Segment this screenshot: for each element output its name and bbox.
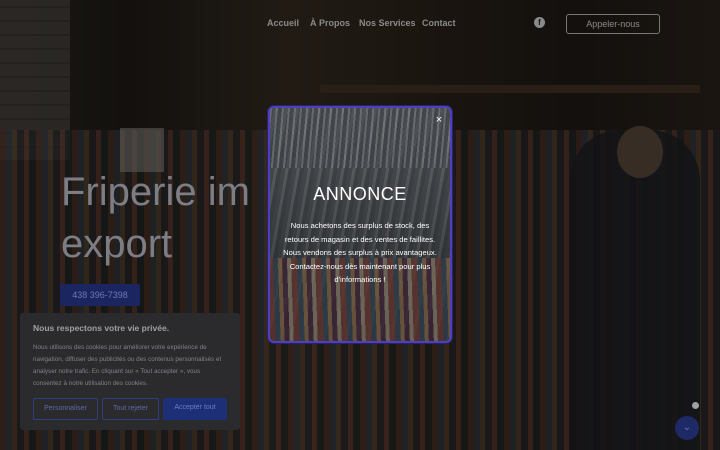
accept-all-button[interactable]: Accepter tout [163,398,227,420]
reject-all-button[interactable]: Tout rejeter [102,398,159,420]
cookie-banner: Nous respectons votre vie privée. Nous u… [20,313,240,430]
facebook-icon[interactable]: f [534,17,545,28]
call-us-button[interactable]: Appeler-nous [566,14,660,34]
announcement-modal: × ANNONCE Nous achetons des surplus de s… [268,106,452,343]
nav-link-contact[interactable]: Contact [422,18,456,28]
nav-link-a-propos[interactable]: À Propos [310,18,350,28]
hero-title-line2: export [61,222,173,266]
cookie-text: Nous utilisons des cookies pour améliore… [33,344,222,387]
chevron-down-icon[interactable]: ⌄ [675,416,699,440]
nav-link-accueil[interactable]: Accueil [267,18,299,28]
top-nav: Accueil À Propos Nos Services Contact f … [0,14,720,36]
modal-text: Nous achetons des surplus de stock, des … [283,221,437,285]
close-icon[interactable]: × [432,113,446,127]
phone-button[interactable]: 438 396-7398 [60,284,140,306]
nav-link-services[interactable]: Nos Services [359,18,416,28]
cookie-title: Nous respectons votre vie privée. [33,323,170,333]
indicator-dot [692,402,699,409]
customize-button[interactable]: Personnaliser [33,398,98,420]
cookie-buttons: Personnaliser Tout rejeter Accepter tout [33,398,227,420]
hero-title-line1: Friperie im [61,170,250,214]
modal-title: ANNONCE [313,184,407,204]
hero-title: Friperie im export [61,166,281,270]
